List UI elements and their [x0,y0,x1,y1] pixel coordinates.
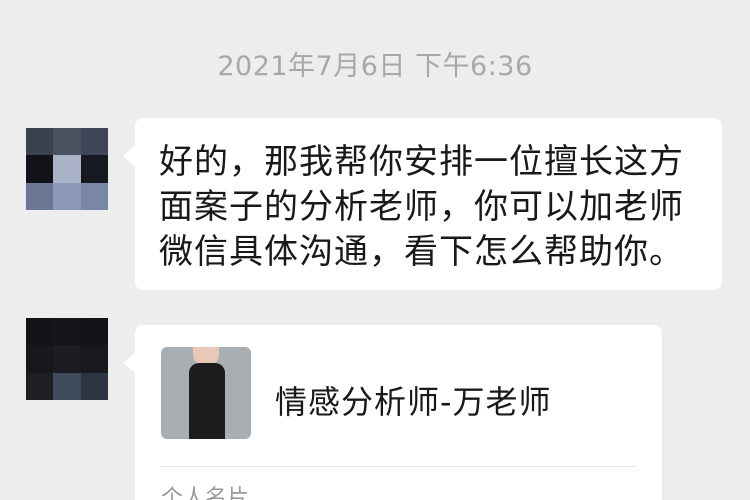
message-line: 微信具体沟通，看下怎么帮助你。 [159,232,684,272]
sender-avatar[interactable] [26,128,108,210]
avatar-pixel [53,155,81,183]
contact-card-bubble[interactable]: 情感分析师-万老师 个人名片 [123,325,662,500]
message-line: 面案子的分析老师，你可以加老师 [159,187,684,227]
avatar-pixel [26,318,54,346]
avatar-pixel [53,345,81,373]
avatar-pixel [53,372,81,400]
avatar-pixel [26,155,54,183]
avatar-pixel [80,128,108,156]
avatar-pixel [26,182,54,210]
contact-avatar-body [189,363,225,439]
avatar-pixel [26,372,54,400]
avatar-pixel [80,345,108,373]
text-message-bubble[interactable]: 好的，那我帮你安排一位擅长这方 面案子的分析老师，你可以加老师 微信具体沟通，看… [123,118,722,290]
avatar-pixel [53,128,81,156]
message-timestamp: 2021年7月6日 下午6:36 [217,51,533,82]
message-line: 好的，那我帮你安排一位擅长这方 [159,142,684,182]
avatar-pixel [80,182,108,210]
avatar-pixel [26,345,54,373]
contact-avatar [161,347,251,439]
avatar-pixel [53,182,81,210]
contact-name: 情感分析师-万老师 [275,383,552,421]
avatar-pixel [80,155,108,183]
avatar-pixel [80,372,108,400]
avatar-pixel [26,128,54,156]
card-divider [161,466,636,467]
avatar-pixel [80,318,108,346]
sender-avatar[interactable] [26,318,108,400]
contact-card-label: 个人名片 [161,486,250,500]
avatar-pixel [53,318,81,346]
